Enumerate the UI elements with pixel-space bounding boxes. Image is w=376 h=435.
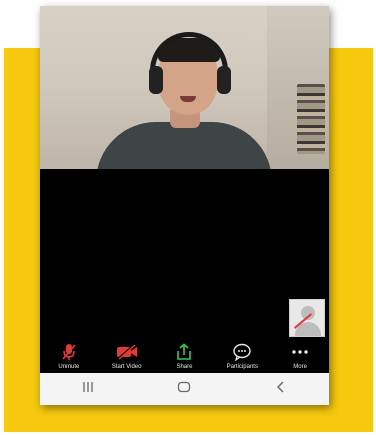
share-icon — [173, 343, 195, 361]
participant-shirt — [96, 122, 272, 169]
self-view-thumbnail[interactable] — [289, 299, 325, 337]
muted-microphone-icon — [58, 343, 80, 361]
share-label: Share — [176, 364, 193, 370]
back-icon — [276, 380, 286, 398]
participants-chat-icon — [231, 343, 253, 361]
home-button[interactable] — [164, 377, 204, 401]
phone-screen: Unmute Start Video Share Participants Mo… — [40, 6, 329, 405]
unmute-label: Unmute — [58, 364, 80, 370]
participants-button[interactable]: Participants — [214, 339, 270, 370]
start-video-label: Start Video — [111, 364, 142, 370]
back-button[interactable] — [261, 377, 301, 401]
android-nav-bar — [40, 373, 329, 405]
recent-apps-icon — [82, 380, 94, 398]
headphone-left-cup — [149, 66, 163, 94]
home-icon — [177, 380, 191, 398]
meeting-toolbar: Unmute Start Video Share Participants Mo… — [40, 339, 329, 373]
recent-apps-button[interactable] — [68, 377, 108, 401]
remote-video-feed — [40, 6, 329, 169]
video-background-shelf — [297, 84, 325, 154]
share-button[interactable]: Share — [156, 339, 212, 370]
video-off-icon — [116, 343, 138, 361]
participants-label: Participants — [226, 364, 258, 370]
more-dots-icon — [289, 343, 311, 361]
headphone-right-cup — [217, 66, 231, 94]
more-label: More — [293, 364, 307, 370]
start-video-button[interactable]: Start Video — [99, 339, 155, 370]
unmute-button[interactable]: Unmute — [41, 339, 97, 370]
more-button[interactable]: More — [272, 339, 328, 370]
